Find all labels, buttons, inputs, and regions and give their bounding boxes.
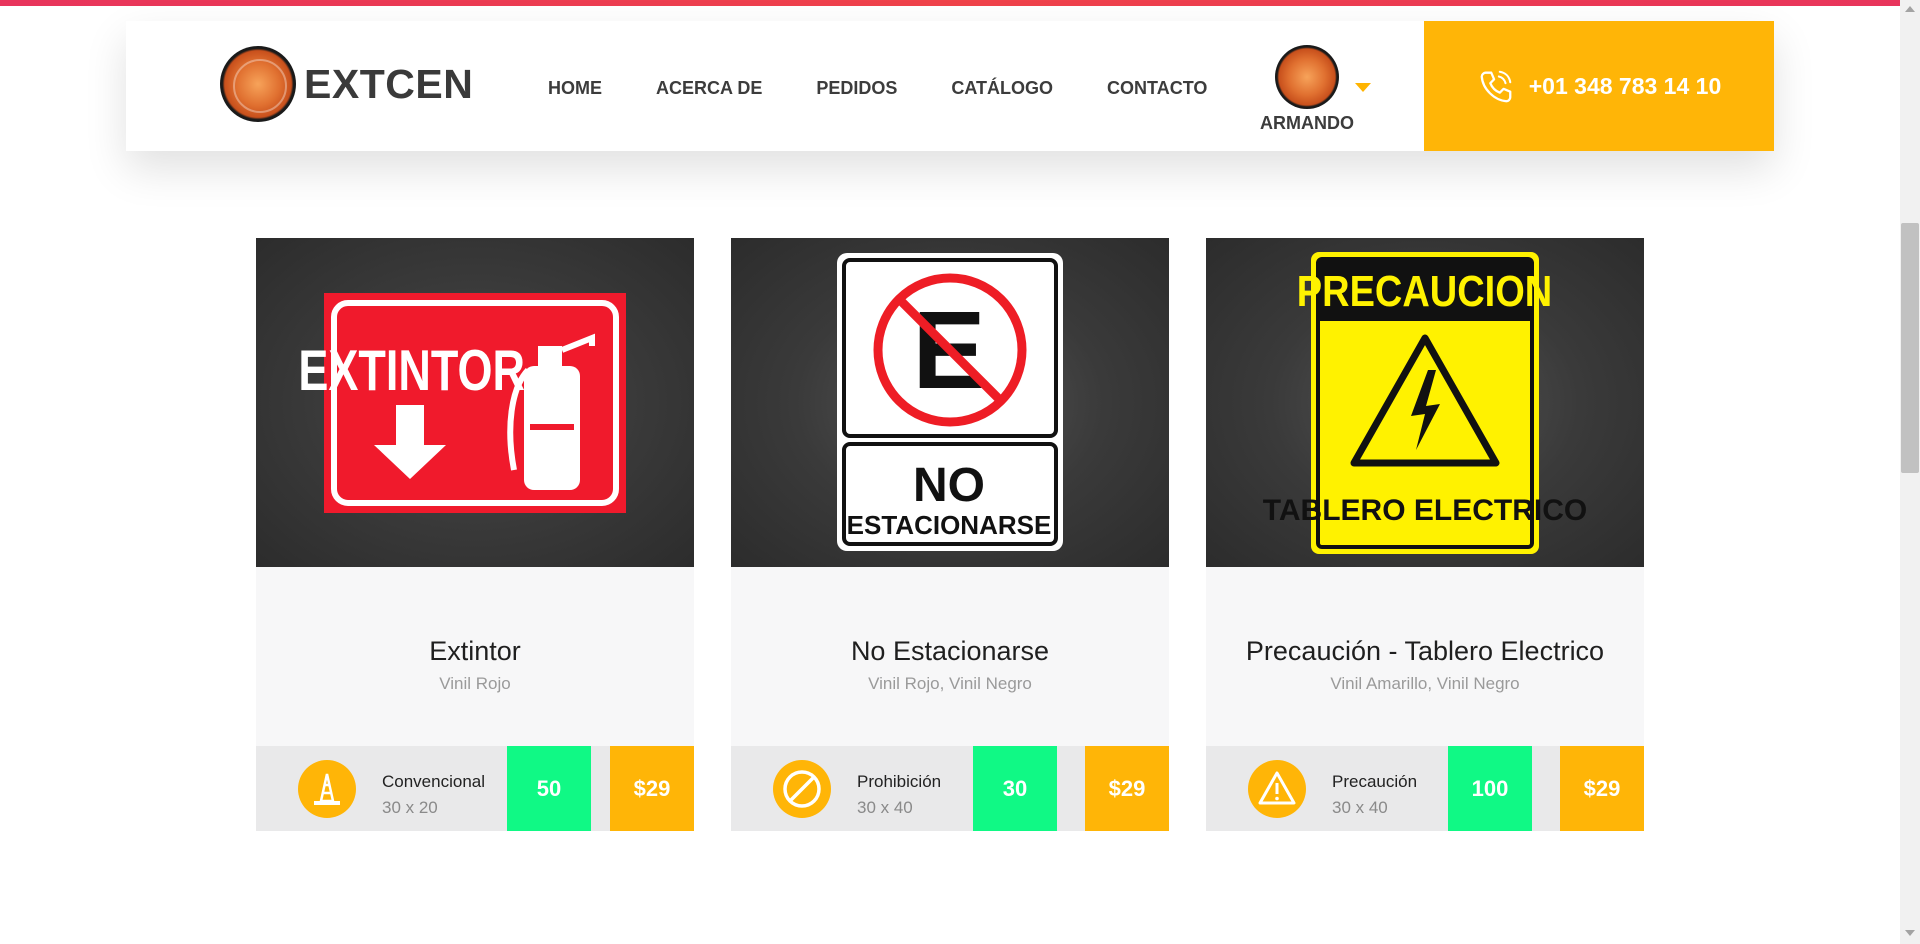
product-size: 30 x 20 bbox=[382, 798, 438, 817]
quantity-badge: 100 bbox=[1448, 746, 1532, 831]
phone-icon bbox=[1480, 70, 1512, 103]
product-size: 30 x 40 bbox=[857, 798, 913, 817]
product-image[interactable]: EXTINTOR bbox=[256, 238, 694, 567]
product-footer: Convencional 30 x 20 50 $29 bbox=[256, 746, 694, 831]
traffic-cone-icon bbox=[298, 760, 356, 818]
sign-text: NO bbox=[913, 459, 985, 512]
price-badge[interactable]: $29 bbox=[1085, 746, 1169, 831]
nav-home[interactable]: HOME bbox=[548, 78, 602, 99]
phone-number: +01 348 783 14 10 bbox=[1528, 72, 1722, 99]
product-footer: Prohibición 30 x 40 30 $29 bbox=[731, 746, 1169, 831]
price-badge[interactable]: $29 bbox=[1560, 746, 1644, 831]
product-size: 30 x 40 bbox=[1332, 798, 1388, 817]
sign-text: PRECAUCION bbox=[1297, 267, 1552, 316]
product-materials: Vinil Rojo bbox=[439, 674, 511, 693]
main-nav: HOME ACERCA DE PEDIDOS CATÁLOGO CONTACTO bbox=[548, 78, 1207, 99]
product-type: Convencional bbox=[382, 772, 486, 791]
product-type: Precaución bbox=[1332, 772, 1418, 791]
product-materials: Vinil Rojo, Vinil Negro bbox=[868, 674, 1032, 693]
no-estacionarse-sign-graphic: E NO ESTACIONARSE bbox=[837, 253, 1063, 551]
brand-logo bbox=[220, 46, 296, 122]
site-header: EXTCEN HOME ACERCA DE PEDIDOS CATÁLOGO C… bbox=[126, 21, 1774, 151]
quantity-badge: 50 bbox=[507, 746, 591, 831]
product-card[interactable]: EXTINTOR Extintor Vinil Rojo Convenciona… bbox=[256, 238, 694, 831]
quantity-badge: 30 bbox=[973, 746, 1057, 831]
nav-catalogo[interactable]: CATÁLOGO bbox=[951, 78, 1053, 99]
nav-acerca-de[interactable]: ACERCA DE bbox=[656, 78, 762, 99]
prohibition-icon bbox=[773, 760, 831, 818]
nav-pedidos[interactable]: PEDIDOS bbox=[816, 78, 897, 99]
precaucion-sign-graphic: PRECAUCION TABLERO ELECTRICO bbox=[1263, 252, 1587, 554]
product-materials: Vinil Amarillo, Vinil Negro bbox=[1330, 674, 1520, 693]
product-image[interactable]: PRECAUCION TABLERO ELECTRICO bbox=[1206, 238, 1644, 567]
chevron-down-icon[interactable] bbox=[1355, 83, 1371, 92]
product-type: Prohibición bbox=[857, 772, 942, 791]
product-title[interactable]: No Estacionarse bbox=[731, 636, 1169, 667]
user-avatar[interactable] bbox=[1275, 45, 1339, 109]
phone-contact[interactable]: +01 348 783 14 10 bbox=[1424, 21, 1774, 151]
brand-name: EXTCEN bbox=[304, 60, 474, 107]
product-card[interactable]: E NO ESTACIONARSE No Estacionarse Vinil … bbox=[731, 238, 1169, 831]
sign-text: ESTACIONARSE bbox=[847, 510, 1052, 540]
scroll-up-arrow-icon[interactable] bbox=[1905, 6, 1915, 12]
product-title[interactable]: Precaución - Tablero Electrico bbox=[1206, 636, 1644, 667]
sign-text: TABLERO ELECTRICO bbox=[1263, 494, 1587, 527]
product-image[interactable]: E NO ESTACIONARSE bbox=[731, 238, 1169, 567]
brand[interactable]: EXTCEN bbox=[220, 46, 473, 122]
product-card[interactable]: PRECAUCION TABLERO ELECTRICO Precaución … bbox=[1206, 238, 1644, 831]
sign-text: EXTINTOR bbox=[298, 337, 525, 402]
price-badge[interactable]: $29 bbox=[610, 746, 694, 831]
extintor-sign-graphic: EXTINTOR bbox=[298, 293, 626, 513]
warning-icon bbox=[1248, 760, 1306, 818]
product-footer: Precaución 30 x 40 100 $29 bbox=[1206, 746, 1644, 831]
user-name[interactable]: ARMANDO bbox=[1258, 113, 1356, 134]
scroll-down-arrow-icon[interactable] bbox=[1905, 930, 1915, 936]
nav-contacto[interactable]: CONTACTO bbox=[1107, 78, 1207, 99]
scrollbar-thumb[interactable] bbox=[1901, 223, 1919, 473]
top-accent-line bbox=[0, 0, 1920, 6]
user-menu[interactable]: ARMANDO bbox=[1258, 45, 1356, 134]
product-title[interactable]: Extintor bbox=[256, 636, 694, 667]
